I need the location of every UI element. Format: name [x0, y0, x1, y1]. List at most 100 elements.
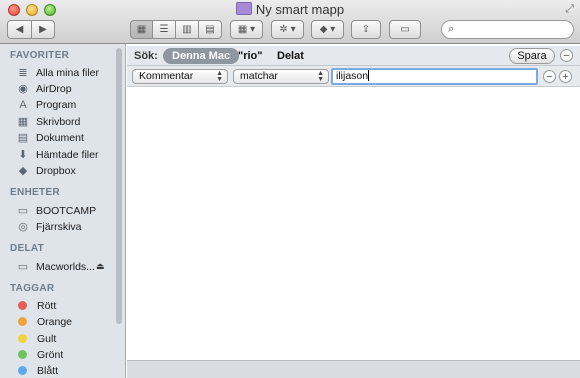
sidebar-item-dropbox[interactable]: ◆ Dropbox [16, 163, 76, 178]
sidebar-item-label: Dropbox [36, 164, 76, 177]
shared-header: DELAT [10, 243, 45, 254]
sidebar-tag-blue[interactable]: Blått [16, 363, 58, 378]
sidebar-item-label: Gult [37, 332, 57, 345]
sidebar-item-macworld-share[interactable]: ▭ Macworlds... [16, 259, 95, 274]
sidebar-item-label: Alla mina filer [36, 66, 100, 79]
sidebar-item-airdrop[interactable]: ◉ AirDrop [16, 81, 72, 96]
smart-folder-icon [235, 2, 252, 15]
popup-arrows-icon: ▲ ▼ [317, 70, 324, 83]
eject-icon[interactable]: ⏏ [96, 261, 105, 272]
sidebar-item-label: Orange [37, 315, 73, 328]
sidebar-item-label: Program [36, 98, 77, 111]
popup-arrows-icon: ▲ ▼ [216, 70, 223, 83]
attribute-value: Kommentar [139, 70, 194, 82]
tag-dot-icon [18, 301, 27, 310]
column-view-button[interactable]: ▥ [176, 20, 199, 39]
cover-flow-button[interactable]: ▤ [199, 20, 222, 39]
share-icon: ⇪ [361, 24, 371, 35]
sidebar-item-label: Fjärrskiva [36, 220, 82, 233]
save-button[interactable]: Spara [509, 48, 555, 64]
tag-icon: ▭ [400, 24, 410, 35]
sidebar-item-label: Grönt [37, 348, 64, 361]
tag-dot-icon [18, 334, 27, 343]
network-drive-icon: ▭ [17, 261, 29, 273]
tag-dot-icon [18, 366, 27, 375]
sidebar-item-bootcamp[interactable]: ▭ BOOTCAMP [16, 203, 96, 218]
devices-header: ENHETER [10, 187, 60, 198]
remove-search-button[interactable]: − [560, 49, 573, 62]
sidebar-item-label: Macworlds... [36, 260, 95, 273]
remove-criteria-button[interactable]: − [543, 70, 556, 83]
sidebar-item-label: Hämtade filer [36, 148, 99, 161]
sidebar-tag-yellow[interactable]: Gult [16, 331, 56, 346]
all-files-icon: ≣ [18, 67, 28, 79]
scope-this-mac-button[interactable]: Denna Mac [163, 48, 240, 64]
tag-dot-icon [18, 350, 27, 359]
add-criteria-button[interactable]: + [559, 70, 572, 83]
arrange-menu-button[interactable]: ▦ ▾ [230, 20, 263, 39]
column-view-icon: ▥ [182, 24, 192, 35]
search-scope-label: Sök: [134, 50, 158, 62]
dropbox-icon: ◆ [18, 165, 28, 177]
search-icon: ⌕ [448, 23, 455, 35]
drive-icon: ▭ [17, 205, 29, 217]
dropbox-icon: ◆ ▾ [319, 24, 336, 35]
icon-view-button[interactable]: ▦ [130, 20, 153, 39]
search-scope-bar: Sök: Denna Mac "rio" Delat Spara − [127, 46, 580, 66]
operator-value: matchar [240, 70, 278, 82]
sidebar-item-label: Dokument [36, 131, 84, 144]
operator-popup[interactable]: matchar ▲ ▼ [233, 69, 329, 84]
sidebar-tag-red[interactable]: Rött [16, 298, 56, 313]
share-button[interactable]: ⇪ [351, 20, 381, 39]
arrange-icon: ▦ ▾ [237, 24, 256, 35]
sidebar-tag-green[interactable]: Grönt [16, 347, 63, 362]
status-bar [127, 360, 580, 378]
back-arrow-icon: ◀ [15, 24, 24, 35]
tag-button[interactable]: ▭ [389, 20, 421, 39]
search-field[interactable]: ⌕ [441, 20, 574, 39]
results-area[interactable] [127, 87, 580, 360]
window-title: Ny smart mapp [255, 2, 345, 17]
icon-view-icon: ▦ [136, 24, 147, 35]
view-mode-control: ▦ ☰ ▥ ▤ [130, 20, 222, 39]
sidebar: FAVORITER ≣ Alla mina filer ◉ AirDrop A Pro… [0, 44, 126, 378]
tag-dot-icon [18, 317, 27, 326]
sidebar-item-downloads[interactable]: ⬇ Hämtade filer [16, 147, 98, 162]
sidebar-item-documents[interactable]: ▤ Dokument [16, 130, 84, 145]
dropbox-menu-button[interactable]: ◆ ▾ [311, 20, 344, 39]
remote-disc-icon: ◎ [18, 221, 28, 233]
favorites-header: FAVORITER [10, 50, 70, 61]
list-view-button[interactable]: ☰ [153, 20, 176, 39]
window-title-area: Ny smart mapp [0, 2, 580, 18]
list-view-icon: ☰ [159, 24, 169, 35]
cover-flow-icon: ▤ [205, 24, 215, 35]
forward-arrow-icon: ▶ [39, 24, 47, 35]
sidebar-item-label: AirDrop [36, 82, 72, 95]
sidebar-item-applications[interactable]: A Program [16, 97, 76, 112]
search-criteria-row: Kommentar ▲ ▼ matchar ▲ ▼ ilijason − + [127, 66, 580, 87]
gear-icon: ✲ ▾ [279, 24, 296, 35]
search-input[interactable] [462, 22, 572, 38]
criteria-value-input[interactable]: ilijason [331, 68, 538, 85]
sidebar-item-label: BOOTCAMP [36, 204, 97, 217]
airdrop-icon: ◉ [18, 83, 28, 95]
text-cursor [368, 70, 370, 81]
tags-header: TAGGAR [10, 283, 55, 294]
back-button[interactable]: ◀ [7, 20, 31, 39]
sidebar-tag-orange[interactable]: Orange [16, 314, 72, 329]
fullscreen-icon[interactable]: ⤢ [565, 3, 574, 16]
desktop-icon: ▦ [17, 116, 29, 128]
sidebar-item-desktop[interactable]: ▦ Skrivbord [16, 114, 81, 129]
documents-icon: ▤ [17, 132, 29, 144]
forward-button[interactable]: ▶ [31, 20, 55, 39]
finder-window: Ny smart mapp ⤢ ◀ ▶ ▦ ☰ ▥ ▤ ▦ ▾ ✲ ▾ ◆ ▾ … [0, 0, 580, 378]
sidebar-item-label: Skrivbord [36, 115, 81, 128]
attribute-popup[interactable]: Kommentar ▲ ▼ [132, 69, 228, 84]
sidebar-item-all-my-files[interactable]: ≣ Alla mina filer [16, 65, 99, 80]
scope-shared-button[interactable]: Delat [277, 50, 304, 62]
sidebar-item-label: Rött [37, 299, 57, 312]
sidebar-scrollbar[interactable] [116, 48, 122, 324]
action-menu-button[interactable]: ✲ ▾ [271, 20, 304, 39]
scope-folder-button[interactable]: "rio" [238, 50, 263, 62]
sidebar-item-remote-disc[interactable]: ◎ Fjärrskiva [16, 219, 82, 234]
